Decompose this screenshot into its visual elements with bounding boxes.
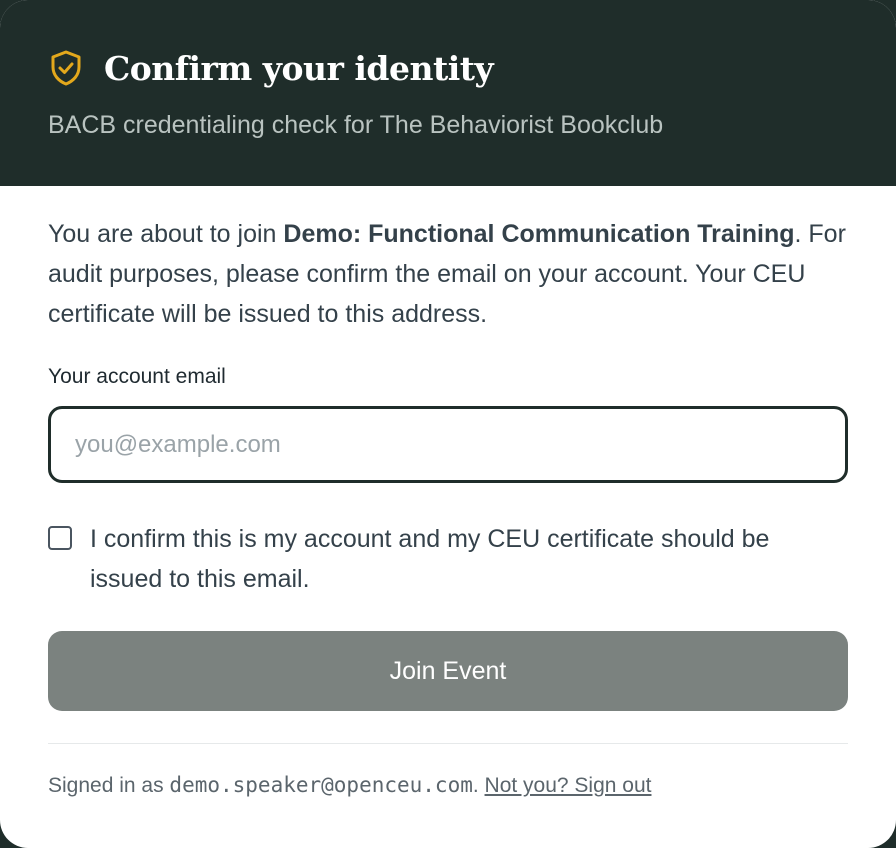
join-event-button[interactable]: Join Event <box>48 631 848 711</box>
dialog-subtitle: BACB credentialing check for The Behavio… <box>48 111 664 139</box>
dialog-body: You are about to join Demo: Functional C… <box>0 186 896 801</box>
shield-check-icon <box>48 48 84 88</box>
confirm-checkbox[interactable] <box>48 526 72 550</box>
confirm-row[interactable]: I confirm this is my account and my CEU … <box>48 519 848 599</box>
footer-prefix: Signed in as <box>48 774 170 797</box>
footer-separator: . <box>472 774 485 797</box>
divider <box>48 743 848 744</box>
email-field-label: Your account email <box>48 365 226 388</box>
intro-prefix: You are about to join <box>48 220 284 248</box>
sign-out-link[interactable]: Not you? Sign out <box>485 774 652 797</box>
identity-dialog: Confirm your identity BACB credentialing… <box>0 0 896 848</box>
signed-in-email: demo.speaker@openceu.com <box>169 773 473 797</box>
dialog-title: Confirm your identity <box>104 48 494 88</box>
event-name: Demo: Functional Communication Training <box>283 220 795 248</box>
dialog-header: Confirm your identity BACB credentialing… <box>0 0 896 186</box>
signed-in-footer: Signed in as demo.speaker@openceu.com. N… <box>48 770 848 801</box>
email-field[interactable] <box>48 406 848 483</box>
title-row: Confirm your identity <box>48 48 848 88</box>
confirm-label[interactable]: I confirm this is my account and my CEU … <box>90 519 830 599</box>
intro-text: You are about to join Demo: Functional C… <box>48 214 848 334</box>
